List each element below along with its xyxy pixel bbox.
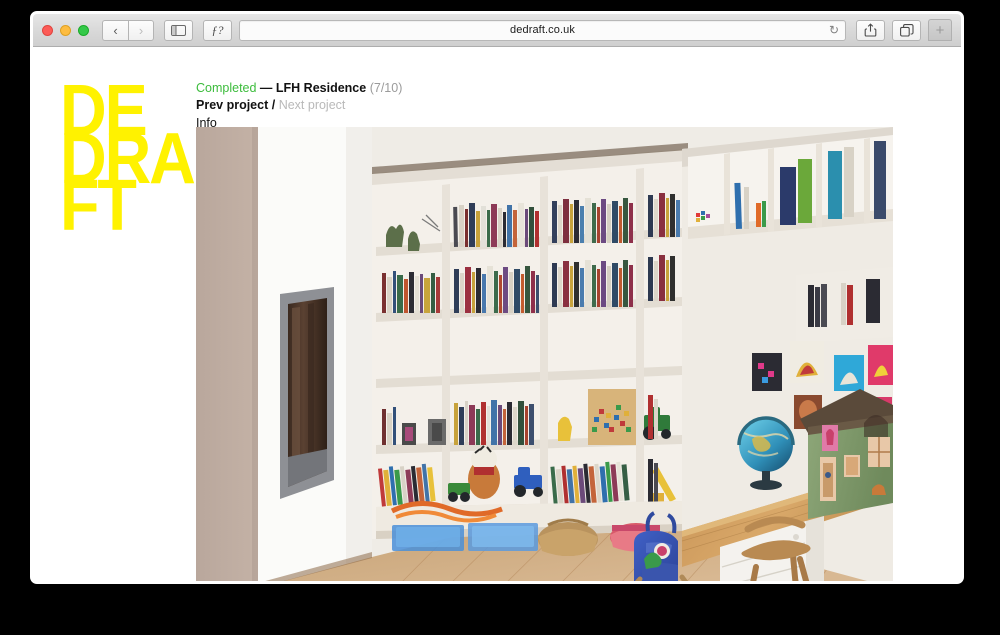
- project-navigation: Completed — LFH Residence (7/10) Prev pr…: [196, 80, 402, 132]
- navigation-buttons: ‹ ›: [102, 19, 154, 41]
- toolbar-right-buttons: [856, 19, 921, 41]
- address-url-text: dedraft.co.uk: [510, 24, 575, 36]
- back-button[interactable]: ‹: [102, 19, 128, 41]
- browser-window: ‹ › ƒ? dedraft.co.uk ↻ + DE DRA FT Compl…: [30, 11, 964, 584]
- page-content: DE DRA FT Completed — LFH Residence (7/1…: [33, 47, 961, 581]
- tabs-icon: [899, 23, 914, 37]
- status-badge: Completed: [196, 81, 257, 95]
- project-counter: (7/10): [369, 81, 403, 95]
- browser-toolbar: ‹ › ƒ? dedraft.co.uk ↻ +: [33, 14, 961, 47]
- page-title: LFH Residence: [275, 81, 367, 95]
- share-button[interactable]: [856, 19, 885, 41]
- project-photo-image: [196, 127, 893, 581]
- share-icon: [864, 23, 877, 37]
- chevron-right-icon: ›: [138, 22, 144, 38]
- plus-icon: +: [935, 21, 945, 39]
- close-window-button[interactable]: [42, 24, 53, 36]
- window-controls: [42, 24, 89, 36]
- sidebar-icon: [171, 24, 186, 36]
- prev-project-link[interactable]: Prev project: [196, 98, 268, 112]
- chevron-left-icon: ‹: [113, 22, 118, 38]
- reader-view-button[interactable]: ƒ?: [203, 19, 232, 41]
- show-tabs-button[interactable]: [892, 19, 921, 41]
- site-logo[interactable]: DE DRA FT: [60, 74, 196, 241]
- new-tab-button[interactable]: +: [928, 19, 952, 41]
- reload-icon[interactable]: ↻: [829, 24, 839, 36]
- next-project-link[interactable]: Next project: [279, 98, 346, 112]
- project-paging-row: Prev project / Next project: [196, 97, 402, 114]
- address-bar[interactable]: dedraft.co.uk ↻: [239, 19, 846, 41]
- sidebar-toggle-button[interactable]: [164, 19, 193, 41]
- logo-line-3: FT: [60, 165, 137, 246]
- minimize-window-button[interactable]: [60, 24, 71, 36]
- project-status-row: Completed — LFH Residence (7/10): [196, 80, 402, 97]
- maximize-window-button[interactable]: [78, 24, 89, 36]
- title-dash: —: [256, 81, 276, 95]
- paging-separator: /: [268, 98, 279, 113]
- reader-icon: ƒ?: [211, 22, 224, 37]
- project-photo[interactable]: [196, 127, 893, 581]
- forward-button[interactable]: ›: [128, 19, 154, 41]
